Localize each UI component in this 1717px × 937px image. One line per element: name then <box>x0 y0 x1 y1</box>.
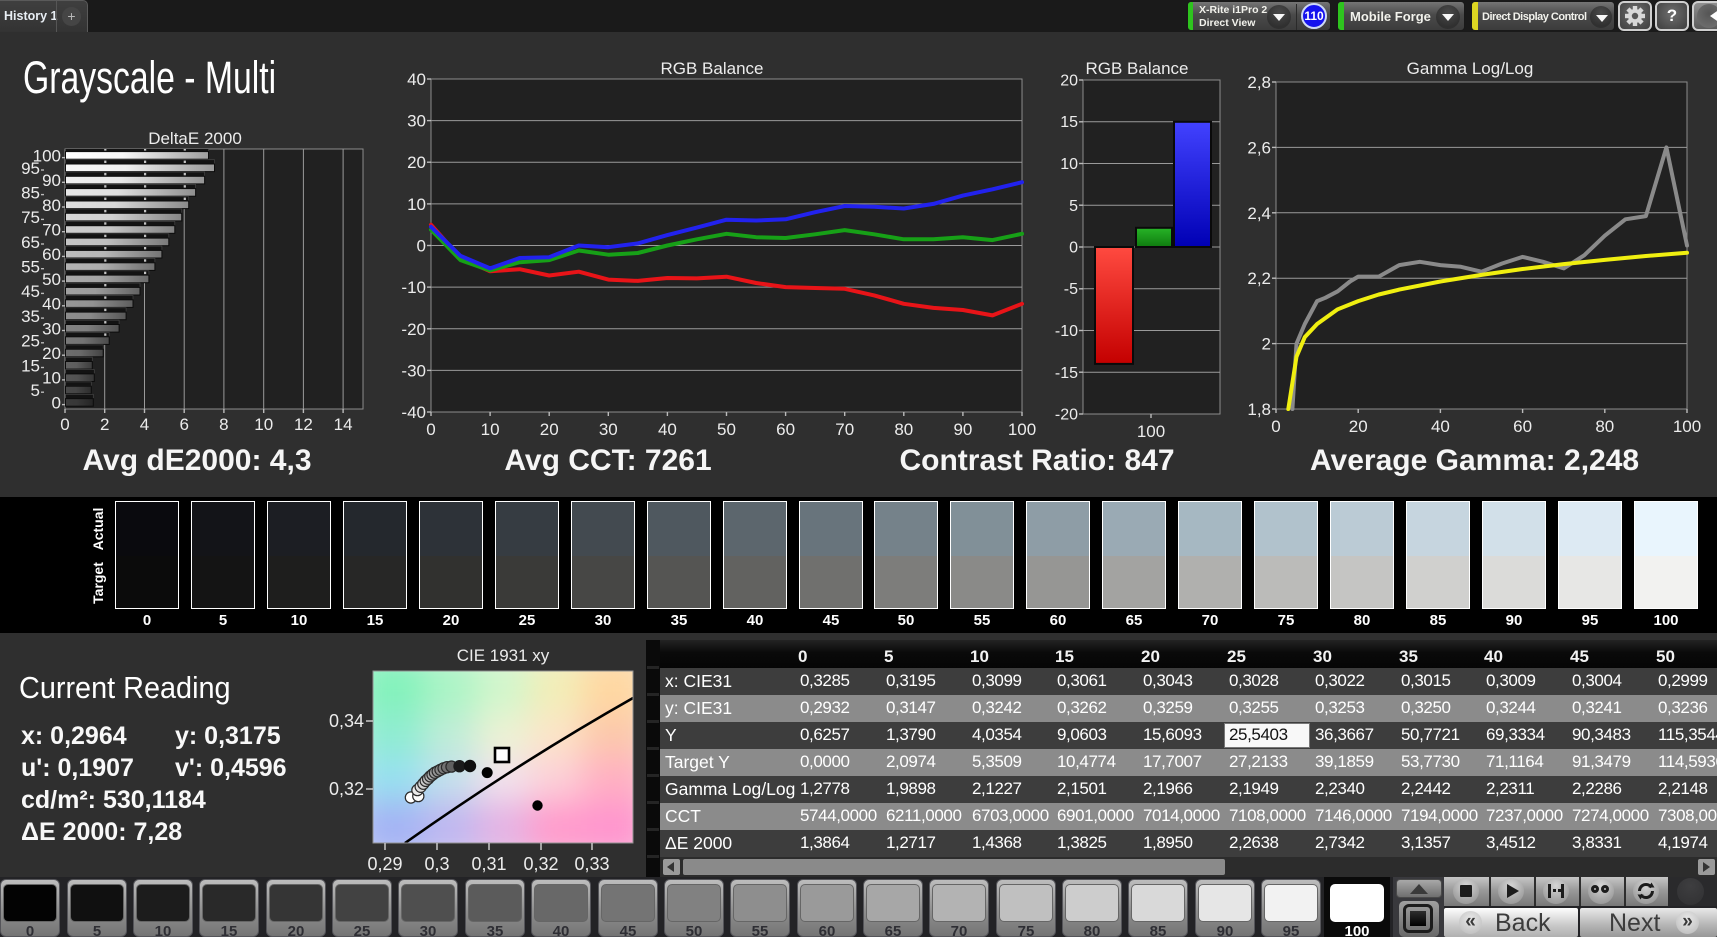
svg-text:6: 6 <box>179 415 188 434</box>
svg-text:0: 0 <box>60 415 69 434</box>
svg-text:80: 80 <box>42 196 61 215</box>
svg-text:10: 10 <box>254 415 273 434</box>
svg-text:40: 40 <box>407 70 426 89</box>
svg-text:10: 10 <box>481 420 500 439</box>
svg-text:100: 100 <box>1008 420 1036 439</box>
svg-text:2,8: 2,8 <box>1247 73 1271 92</box>
svg-text:90: 90 <box>953 420 972 439</box>
svg-text:55: 55 <box>21 258 40 277</box>
svg-text:15: 15 <box>1060 114 1078 131</box>
svg-text:60: 60 <box>42 245 61 264</box>
svg-text:-30: -30 <box>401 361 426 380</box>
svg-text:95: 95 <box>21 159 40 178</box>
svg-text:40: 40 <box>658 420 677 439</box>
svg-text:5: 5 <box>1069 198 1078 215</box>
svg-text:20: 20 <box>1349 417 1368 436</box>
svg-text:90: 90 <box>42 171 61 190</box>
svg-text:40: 40 <box>1431 417 1450 436</box>
svg-text:0: 0 <box>1069 240 1078 257</box>
svg-text:-40: -40 <box>401 403 426 422</box>
svg-text:-15: -15 <box>1055 365 1078 382</box>
svg-text:0: 0 <box>52 393 61 412</box>
svg-text:100: 100 <box>1673 417 1701 436</box>
svg-text:20: 20 <box>1060 73 1078 90</box>
svg-text:Gamma Log/Log: Gamma Log/Log <box>1407 59 1534 78</box>
svg-text:70: 70 <box>835 420 854 439</box>
svg-text:2: 2 <box>100 415 109 434</box>
svg-text:0,32: 0,32 <box>523 854 558 874</box>
svg-text:80: 80 <box>1595 417 1614 436</box>
svg-text:0,3: 0,3 <box>424 854 449 874</box>
svg-text:0: 0 <box>426 420 435 439</box>
svg-text:35: 35 <box>21 307 40 326</box>
svg-text:5: 5 <box>31 381 40 400</box>
svg-text:10: 10 <box>1060 156 1078 173</box>
svg-text:DeltaE 2000: DeltaE 2000 <box>148 129 242 148</box>
svg-text:10: 10 <box>42 369 61 388</box>
svg-text:-5: -5 <box>1064 281 1078 298</box>
svg-text:8: 8 <box>219 415 228 434</box>
svg-text:30: 30 <box>407 112 426 131</box>
svg-text:20: 20 <box>407 153 426 172</box>
svg-text:2,6: 2,6 <box>1247 138 1271 157</box>
svg-text:20: 20 <box>42 344 61 363</box>
svg-text:65: 65 <box>21 233 40 252</box>
svg-text:CIE 1931 xy: CIE 1931 xy <box>457 646 550 665</box>
svg-text:0,34: 0,34 <box>329 711 364 731</box>
svg-text:0,29: 0,29 <box>367 854 402 874</box>
svg-text:30: 30 <box>599 420 618 439</box>
svg-text:RGB Balance: RGB Balance <box>661 59 764 78</box>
svg-text:20: 20 <box>540 420 559 439</box>
svg-text:0,32: 0,32 <box>329 779 364 799</box>
svg-text:15: 15 <box>21 356 40 375</box>
svg-text:100: 100 <box>1137 422 1165 441</box>
svg-text:2: 2 <box>1262 335 1271 354</box>
svg-text:0: 0 <box>417 237 426 256</box>
svg-text:-10: -10 <box>401 278 426 297</box>
svg-text:50: 50 <box>42 270 61 289</box>
svg-text:-10: -10 <box>1055 323 1078 340</box>
svg-text:75: 75 <box>21 208 40 227</box>
svg-text:25: 25 <box>21 332 40 351</box>
svg-text:2,2: 2,2 <box>1247 269 1271 288</box>
svg-text:14: 14 <box>334 415 353 434</box>
svg-text:2,4: 2,4 <box>1247 204 1271 223</box>
svg-text:0,33: 0,33 <box>574 854 609 874</box>
svg-text:RGB Balance: RGB Balance <box>1086 59 1189 78</box>
svg-text:12: 12 <box>294 415 313 434</box>
svg-text:-20: -20 <box>401 320 426 339</box>
svg-text:1,8: 1,8 <box>1247 400 1271 419</box>
svg-text:-20: -20 <box>1055 407 1078 424</box>
svg-text:30: 30 <box>42 319 61 338</box>
svg-text:40: 40 <box>42 295 61 314</box>
svg-text:50: 50 <box>717 420 736 439</box>
svg-text:70: 70 <box>42 221 61 240</box>
svg-text:45: 45 <box>21 282 40 301</box>
svg-text:80: 80 <box>894 420 913 439</box>
svg-text:60: 60 <box>1513 417 1532 436</box>
svg-text:10: 10 <box>407 195 426 214</box>
svg-text:4: 4 <box>140 415 149 434</box>
svg-text:0: 0 <box>1271 417 1280 436</box>
svg-text:0,31: 0,31 <box>471 854 506 874</box>
svg-text:60: 60 <box>776 420 795 439</box>
svg-text:85: 85 <box>21 183 40 202</box>
